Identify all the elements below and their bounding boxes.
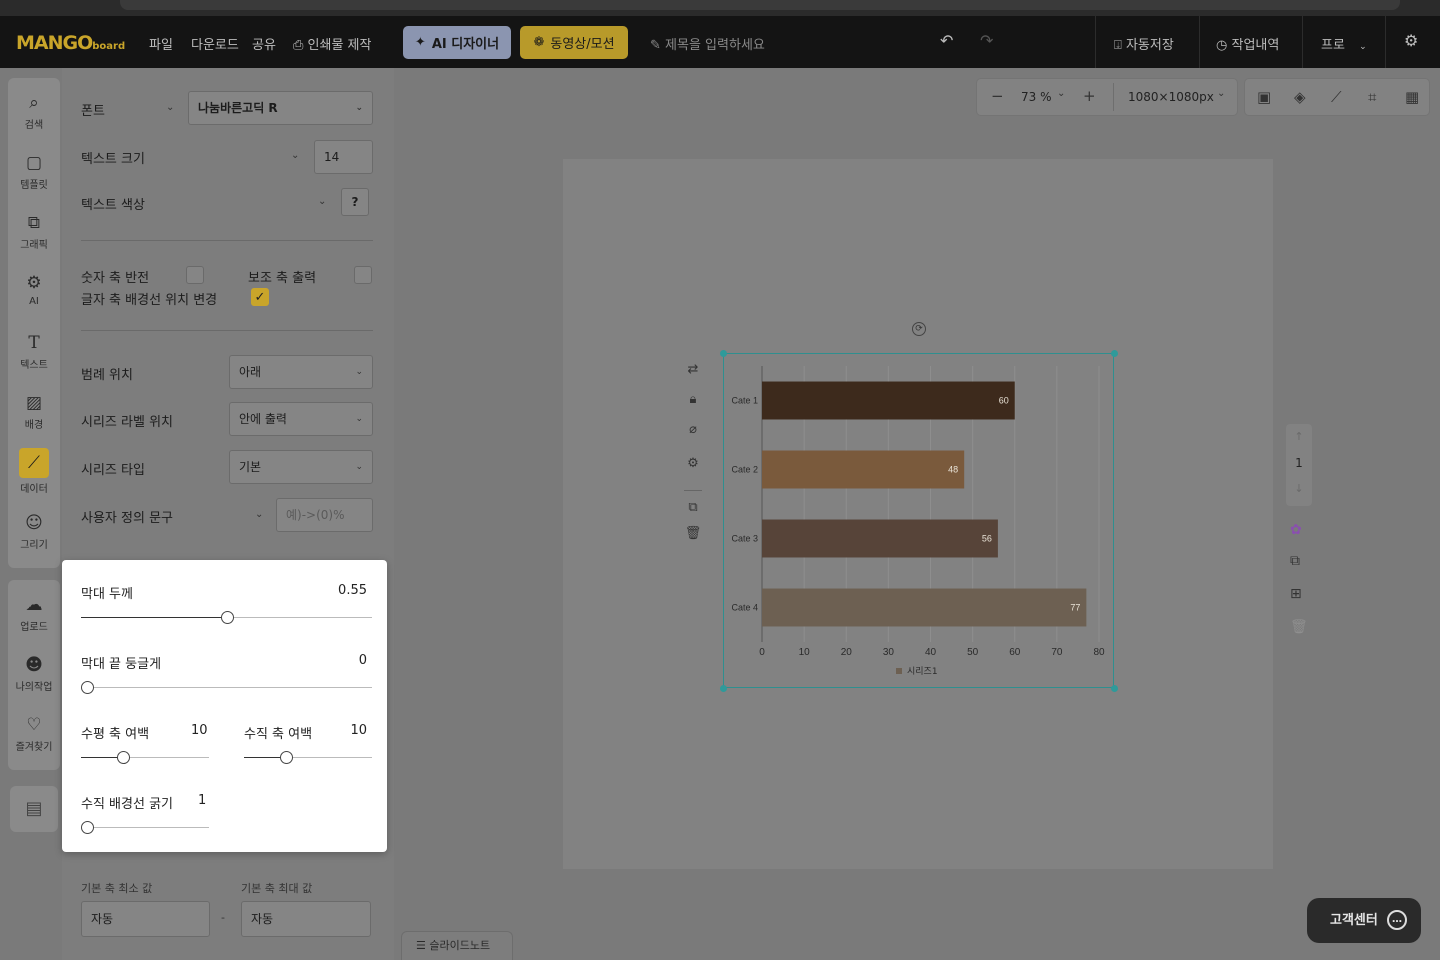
list-icon: ☰ <box>416 939 426 952</box>
page-up-icon[interactable]: ↑ <box>1286 430 1312 443</box>
bar-chart[interactable]: 0 10 20 30 40 50 60 70 80Cate 1 60Cate 2 48Cate 35… <box>0 0 1440 960</box>
delete-page-icon[interactable]: 🗑︎ <box>1290 619 1308 635</box>
rotate-handle-icon[interactable]: ⟳ <box>912 322 926 336</box>
selection-frame <box>723 353 1114 688</box>
help-center-button[interactable]: … 고객센터 <box>1307 898 1421 943</box>
page-down-icon[interactable]: ↓ <box>1286 482 1312 495</box>
page-number: 1 <box>1295 456 1303 470</box>
chat-icon: … <box>1387 910 1407 930</box>
copy-page-icon[interactable]: ⧉ <box>1290 553 1300 569</box>
add-page-icon[interactable]: ⊞ <box>1290 586 1302 602</box>
resize-handle[interactable] <box>720 685 727 692</box>
page-nav: ↑ 1 ↓ <box>1286 424 1312 506</box>
color-palette-icon[interactable]: ✿ <box>1290 522 1302 538</box>
slide-note-tab[interactable]: ☰ 슬라이드노트 <box>401 931 513 960</box>
resize-handle[interactable] <box>720 350 727 357</box>
resize-handle[interactable] <box>1111 685 1118 692</box>
resize-handle[interactable] <box>1111 350 1118 357</box>
